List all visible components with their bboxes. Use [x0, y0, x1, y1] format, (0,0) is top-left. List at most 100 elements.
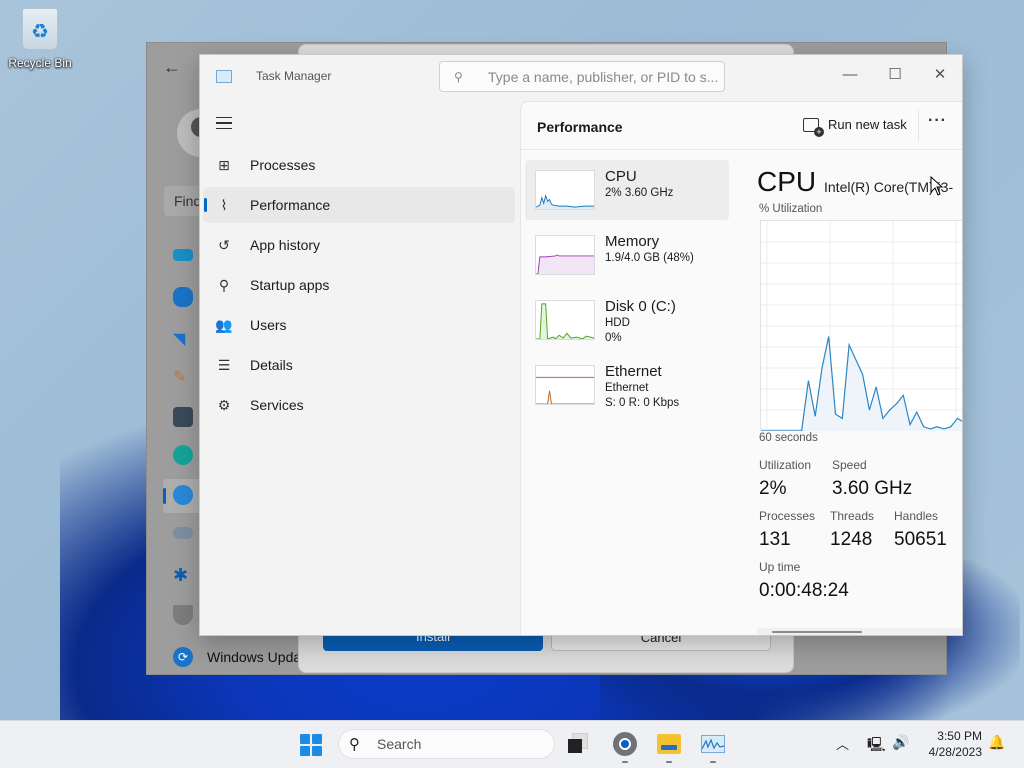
volume-icon[interactable]: 🔊 — [892, 734, 909, 751]
graph-label: % Utilization — [759, 203, 823, 215]
uptime-label: Up time — [759, 560, 801, 574]
detail-heading: CPU — [757, 166, 817, 197]
resource-name: Ethernet — [605, 363, 662, 380]
utilization-value: 2% — [759, 478, 787, 499]
resource-thumbnail-graph — [535, 365, 595, 405]
clock-time: 3:50 PM — [937, 729, 982, 743]
accounts-icon[interactable] — [173, 445, 193, 465]
bluetooth-icon[interactable] — [173, 287, 193, 307]
processes-label: Processes — [759, 509, 816, 523]
users-icon: 👥 — [215, 316, 233, 333]
resource-item-ethernet[interactable]: Ethernet Ethernet S: 0 R: 0 Kbps — [525, 355, 729, 415]
personalization-icon[interactable]: ✎ — [173, 367, 193, 387]
system-icon[interactable] — [173, 249, 193, 261]
processes-icon: ⊞ — [218, 156, 230, 173]
resource-thumbnail-graph — [535, 235, 595, 275]
utilization-label: Utilization — [759, 458, 812, 472]
sidebar-item-details[interactable]: ☰ Details — [203, 347, 515, 383]
maximize-button[interactable]: ☐ — [872, 61, 918, 91]
resource-thumbnail-graph — [535, 300, 595, 340]
more-options-button[interactable]: ··· — [928, 112, 947, 130]
close-button[interactable]: ✕ — [917, 61, 962, 91]
back-arrow-icon[interactable]: ← — [163, 57, 181, 78]
details-icon: ☰ — [217, 356, 231, 373]
processes-value: 131 — [759, 529, 791, 550]
resource-detail: 2% 3.60 GHz — [605, 187, 674, 199]
search-input[interactable] — [488, 68, 718, 85]
task-manager-taskbar-icon[interactable] — [700, 731, 726, 763]
time-language-icon — [173, 485, 193, 505]
resource-detail: 0% — [605, 332, 622, 344]
privacy-shield-icon[interactable] — [173, 605, 193, 625]
resource-item-memory[interactable]: Memory 1.9/4.0 GB (48%) — [525, 225, 729, 285]
file-explorer-icon[interactable] — [656, 731, 682, 763]
task-manager-window: Task Manager ⚲ — ☐ ✕ ⊞ Processes ⌇ Performa… — [199, 54, 963, 636]
task-manager-app-icon — [216, 70, 232, 83]
resource-detail: 1.9/4.0 GB (48%) — [605, 252, 694, 264]
cpu-detail: CPU Intel(R) Core(TM) i3- % Utilization … — [757, 160, 962, 635]
title-bar[interactable]: Task Manager ⚲ — ☐ ✕ — [200, 55, 962, 101]
resource-name: Disk 0 (C:) — [605, 298, 676, 315]
scrollbar-thumb[interactable] — [772, 631, 862, 633]
history-icon: ↺ — [218, 236, 230, 253]
sidebar-item-label: Startup apps — [250, 277, 330, 293]
resource-detail: S: 0 R: 0 Kbps — [605, 397, 680, 409]
clock[interactable]: 3:50 PM 4/28/2023 — [920, 728, 982, 760]
desktop-icon-label: Recycle Bin — [8, 56, 72, 70]
speed-label: Speed — [832, 458, 867, 472]
cpu-graph-area — [761, 336, 962, 431]
hamburger-menu-icon[interactable] — [216, 117, 232, 129]
sidebar-item-users[interactable]: 👥 Users — [203, 307, 515, 343]
speed-value: 3.60 GHz — [832, 478, 913, 499]
search-icon: ⚲ — [454, 69, 463, 84]
search-box[interactable]: ⚲ — [439, 61, 725, 92]
sidebar-item-label: Services — [250, 397, 304, 413]
startup-icon: ⚲ — [218, 276, 230, 293]
resource-name: Memory — [605, 233, 660, 250]
resource-detail: Ethernet — [605, 382, 649, 394]
minimize-button[interactable]: — — [827, 61, 873, 91]
gaming-icon[interactable] — [173, 527, 193, 539]
handles-label: Handles — [894, 509, 939, 523]
desktop-icon-recycle-bin[interactable]: ♻ Recycle Bin — [6, 8, 74, 70]
show-hidden-icons-button[interactable]: ︿ — [836, 734, 849, 753]
settings-app-icon[interactable] — [612, 731, 638, 763]
notifications-icon[interactable]: 🔔 — [988, 734, 1005, 751]
settings-nav-windows-update[interactable]: ⟳ Windows Upda — [173, 647, 301, 667]
sidebar-item-performance[interactable]: ⌇ Performance — [203, 187, 515, 223]
sidebar-item-label: App history — [250, 237, 321, 253]
windows-update-label: Windows Upda — [207, 649, 302, 665]
sidebar-item-label: Performance — [250, 197, 331, 213]
panel-header: Performance Run new task ··· — [521, 102, 962, 150]
start-button[interactable] — [300, 734, 322, 756]
uptime-value: 0:00:48:24 — [759, 580, 849, 601]
apps-icon[interactable] — [173, 407, 193, 427]
services-icon: ⚙ — [217, 396, 231, 413]
horizontal-scrollbar[interactable] — [757, 628, 962, 635]
clock-date: 4/28/2023 — [928, 745, 982, 759]
resource-item-cpu[interactable]: CPU 2% 3.60 GHz — [525, 160, 729, 220]
network-icon[interactable]: ◥ — [173, 329, 193, 349]
search-icon: ⚲ — [349, 736, 360, 753]
cpu-graph-svg — [761, 221, 962, 432]
resource-name: CPU — [605, 168, 637, 185]
recycle-bin-icon: ♻ — [22, 8, 58, 50]
run-new-task-button[interactable]: Run new task — [803, 117, 907, 137]
sidebar: ⊞ Processes ⌇ Performance ↺ App history ⚲ Start… — [200, 101, 520, 635]
task-view-icon[interactable] — [566, 731, 592, 757]
taskbar-search[interactable]: ⚲ Search — [338, 729, 555, 759]
sidebar-item-processes[interactable]: ⊞ Processes — [203, 147, 515, 183]
sidebar-item-label: Processes — [250, 157, 316, 173]
header-divider — [918, 110, 919, 142]
sidebar-item-app-history[interactable]: ↺ App history — [203, 227, 515, 263]
taskbar: ⚲ Search ︿ 🖳 🔊 3:50 PM 4/28/2023 🔔 — [0, 720, 1024, 768]
run-task-icon — [803, 117, 824, 137]
handles-value: 50651 — [894, 529, 947, 550]
resource-thumbnail-graph — [535, 170, 595, 210]
resource-item-disk[interactable]: Disk 0 (C:) HDD 0% — [525, 290, 729, 350]
network-status-icon[interactable]: 🖳 — [867, 734, 886, 758]
taskbar-search-label: Search — [377, 736, 422, 752]
sidebar-item-services[interactable]: ⚙ Services — [203, 387, 515, 423]
sidebar-item-startup-apps[interactable]: ⚲ Startup apps — [203, 267, 515, 303]
accessibility-icon[interactable]: ✱ — [173, 565, 193, 585]
